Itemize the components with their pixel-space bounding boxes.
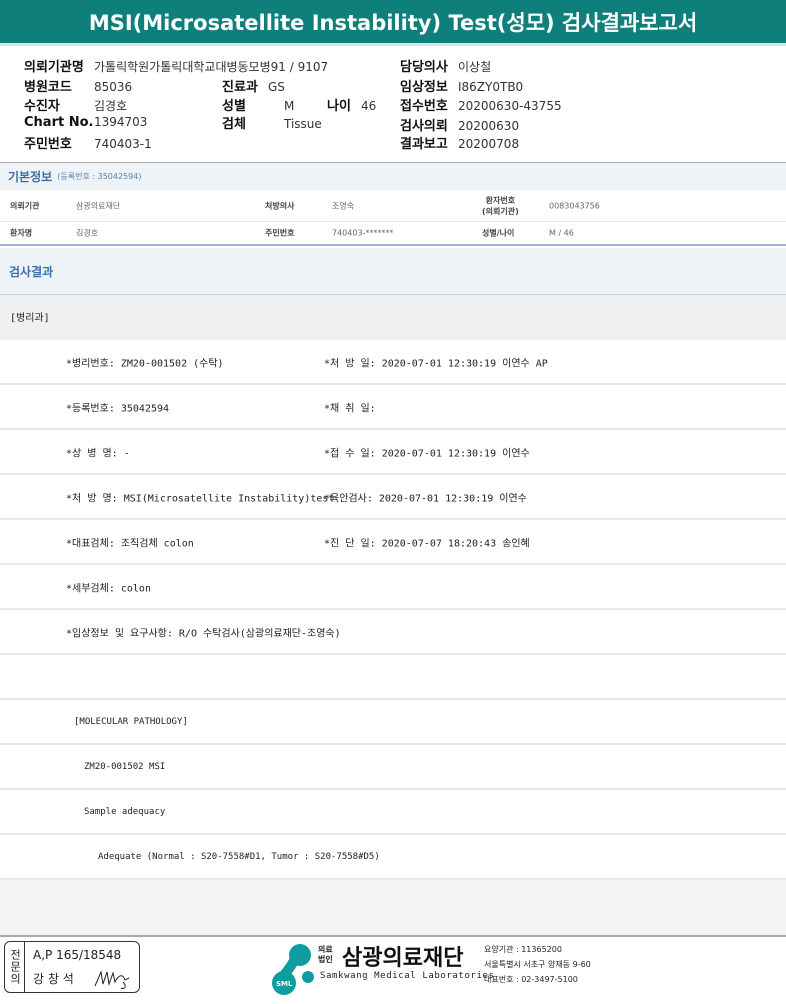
chart-no-field: Chart No.1394703 — [24, 115, 148, 130]
sml-logo-icon: SML — [272, 944, 314, 995]
result-left: *임상정보 및 요구사항: R/O 수탁검사(삼광의료재단-조영숙) — [66, 628, 341, 639]
molecular-text: Adequate (Normal : S20-7558#D1, Tumor : … — [98, 851, 380, 862]
basic-info-row: 의뢰기관 삼광의료재단 처방의사 조영숙 환자번호 (의뢰기관) 00830437… — [0, 190, 786, 222]
patient-field: 수진자 김경호 — [24, 99, 128, 114]
specialist-name: 강 창 석 — [33, 972, 74, 986]
result-left: *세부검체: colon — [66, 583, 151, 594]
molecular-text: ZM20-001502 MSI — [84, 761, 166, 772]
sex-field: 성별 M — [222, 99, 295, 114]
result-row: *처 방 명: MSI(Microsatellite Instability)t… — [0, 475, 786, 520]
result-left: *병리번호: ZM20-001502 (수탁) — [66, 358, 224, 369]
result-row: *세부검체: colon — [0, 565, 786, 610]
specialist-label: 전문의 — [5, 942, 25, 992]
molecular-row: [MOLECULAR PATHOLOGY] — [0, 700, 786, 745]
result-right: *진 단 일: 2020-07-07 18:20:43 송인혜 — [324, 538, 530, 549]
org-english: Samkwang Medical Laboratories — [320, 971, 495, 981]
hospital-code-field: 병원코드 85036 — [24, 80, 133, 95]
org-address: 서울특별시 서초구 양재동 9-60 — [484, 960, 591, 969]
doctor-field: 담당의사 이상철 — [400, 60, 492, 75]
dept-field: 진료과 GS — [222, 80, 285, 95]
request-field: 검사의뢰 20200630 — [400, 119, 520, 134]
logo-text: SML — [276, 980, 293, 988]
result-row — [0, 655, 786, 700]
report-date-field: 결과보고 20200708 — [400, 137, 520, 152]
result-left: *등록번호: 35042594 — [66, 403, 170, 414]
specimen-field: 검체 Tissue — [222, 117, 322, 132]
ap-number: A,P 165/18548 — [33, 948, 122, 962]
rrn-field: 주민번호 740403-1 — [24, 137, 152, 152]
signature-box: 전문의 A,P 165/18548 강 창 석 — [4, 941, 140, 993]
result-left: *대표검체: 조직검체 colon — [66, 538, 194, 549]
footer: 전문의 A,P 165/18548 강 창 석 SML 의료 법인 삼광의료재단 … — [0, 935, 786, 1004]
result-right: *육안검사: 2020-07-01 12:30:19 이연수 — [324, 493, 527, 504]
results-header: 검사결과 — [0, 248, 786, 295]
basic-info-row: 환자명 김경호 주민번호 740403-******* 성별/나이 M / 46 — [0, 222, 786, 246]
molecular-text: [MOLECULAR PATHOLOGY] — [74, 716, 188, 727]
result-row: *대표검체: 조직검체 colon *진 단 일: 2020-07-07 18:2… — [0, 520, 786, 565]
molecular-text: Sample adequacy — [84, 806, 166, 817]
result-right: *접 수 일: 2020-07-01 12:30:19 이연수 — [324, 448, 530, 459]
report-title: MSI(Microsatellite Instability) Test(성모)… — [0, 0, 786, 46]
result-row: *상 병 명: - *접 수 일: 2020-07-01 12:30:19 이연수 — [0, 430, 786, 475]
molecular-row: ZM20-001502 MSI — [0, 745, 786, 790]
result-row: *임상정보 및 요구사항: R/O 수탁검사(삼광의료재단-조영숙) — [0, 610, 786, 655]
org-code: 요양기관 : 11365200 — [484, 945, 562, 954]
result-left: *처 방 명: MSI(Microsatellite Instability)t… — [66, 493, 335, 504]
institution-field: 의뢰기관명 가톨릭학원가톨릭대학교대병동모병91 / 9107 — [24, 60, 329, 75]
result-right: *처 방 일: 2020-07-01 12:30:19 이연수 AP — [324, 358, 548, 369]
result-row: *병리번호: ZM20-001502 (수탁) *처 방 일: 2020-07-0… — [0, 340, 786, 385]
result-row: *등록번호: 35042594 *채 취 일: — [0, 385, 786, 430]
molecular-row: Adequate (Normal : S20-7558#D1, Tumor : … — [0, 835, 786, 880]
org-phone: 대표번호 : 02-3497-5100 — [484, 975, 578, 984]
org-prefix: 의료 법인 — [318, 945, 333, 964]
clinical-field: 임상정보 I86ZY0TB0 — [400, 80, 524, 95]
receipt-field: 접수번호 20200630-43755 — [400, 99, 562, 114]
basic-info-header: 기본정보 (등록번호 : 35042594) — [0, 162, 786, 190]
dept-label: [병리과] — [0, 295, 786, 340]
org-name: 삼광의료재단 — [342, 946, 464, 971]
age-field: 나이 46 — [327, 99, 377, 114]
signature-icon — [94, 970, 130, 989]
result-right: *채 취 일: — [324, 403, 376, 414]
molecular-row: Sample adequacy — [0, 790, 786, 835]
result-left: *상 병 명: - — [66, 448, 130, 459]
